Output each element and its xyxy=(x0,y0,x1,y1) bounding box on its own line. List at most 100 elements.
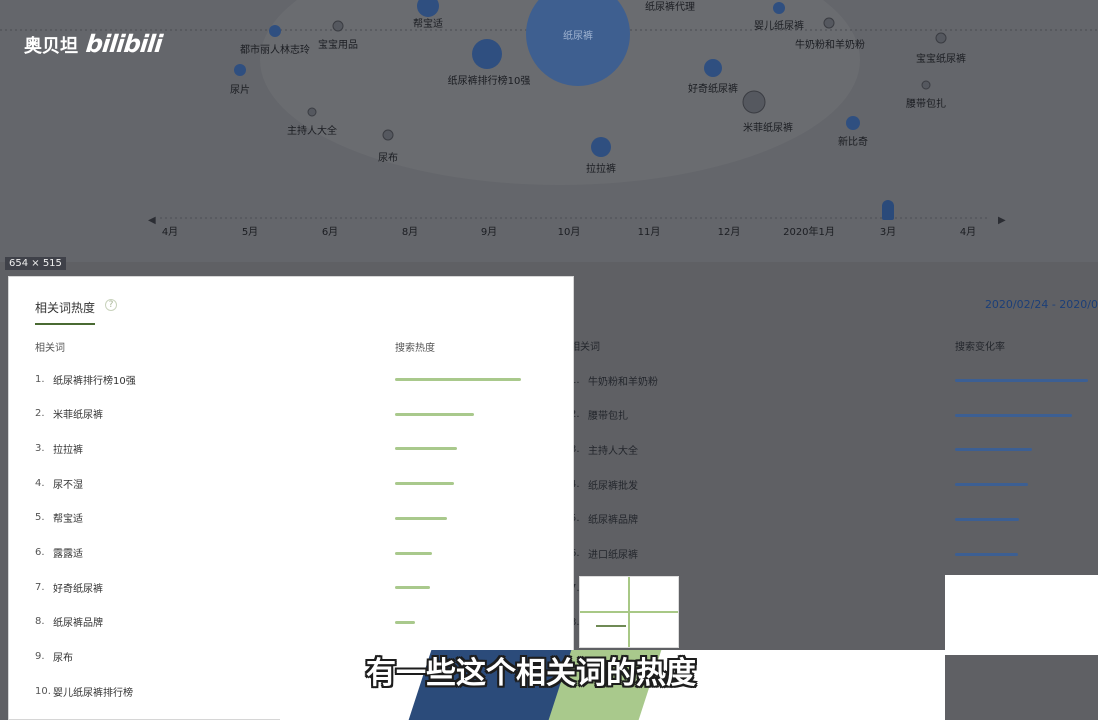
date-range[interactable]: 2020/02/24 - 2020/0 xyxy=(985,298,1098,311)
bubble[interactable] xyxy=(332,20,344,32)
change-rate-bar xyxy=(955,517,1019,521)
col-header-word: 相关词 xyxy=(570,342,600,353)
x-axis-tick: 12月 xyxy=(717,227,741,238)
heat-bar xyxy=(395,551,432,555)
bubble[interactable] xyxy=(846,116,860,130)
bubble-label: 新比奇 xyxy=(838,137,868,148)
bubble[interactable] xyxy=(742,90,766,114)
table-row[interactable]: 2. 腰带包扎 xyxy=(570,405,628,425)
change-rate-bar xyxy=(955,379,1088,382)
bubble-label: 腰带包扎 xyxy=(906,99,946,110)
table-row[interactable]: 1. 牛奶粉和羊奶粉 xyxy=(570,370,658,390)
related-word[interactable]: 主持人大全 xyxy=(588,442,638,457)
bubble-label: 纸尿裤排行榜10强 xyxy=(447,76,531,87)
rank-number: 7. xyxy=(35,581,45,593)
bubble-label: 拉拉裤 xyxy=(586,164,616,175)
related-word[interactable]: 尿不湿 xyxy=(53,476,393,491)
bubble-label: 婴儿纸尿裤 xyxy=(754,21,804,32)
bubble[interactable] xyxy=(823,17,835,29)
x-axis-tick: 5月 xyxy=(241,227,259,238)
rank-number: 4. xyxy=(35,477,45,489)
table-row[interactable]: 6. 露露适 xyxy=(35,542,555,564)
x-axis-tick: 10月 xyxy=(557,227,581,238)
heat-bar xyxy=(395,412,475,416)
rank-number: 2. xyxy=(35,408,45,420)
bubble-label: 牛奶粉和羊奶粉 xyxy=(795,40,865,51)
table-row[interactable]: 4. 纸尿裤批发 xyxy=(570,474,638,494)
bubble[interactable] xyxy=(382,129,394,141)
related-word[interactable]: 拉拉裤 xyxy=(53,441,393,456)
x-axis-tick: 9月 xyxy=(480,227,498,238)
table-row[interactable]: 1. 纸尿裤排行榜10强 xyxy=(35,368,555,390)
table-row[interactable]: 2. 米菲纸尿裤 xyxy=(35,403,555,425)
related-word[interactable]: 纸尿裤品牌 xyxy=(53,614,393,629)
col-header-heat: 搜索热度 xyxy=(395,343,435,354)
change-rate-bar xyxy=(955,552,1018,556)
change-rate-bar xyxy=(955,413,1073,417)
timeline-slider-handle[interactable] xyxy=(882,200,894,220)
x-axis-tick: 2020年1月 xyxy=(783,227,835,238)
x-axis-tick: 4月 xyxy=(959,227,977,238)
bubble-label: 主持人大全 xyxy=(287,126,337,137)
table-row[interactable]: 8. 纸尿裤品牌 xyxy=(35,611,555,633)
col-header-change: 搜索变化率 xyxy=(955,342,1005,353)
table-row[interactable]: 3. 拉拉裤 xyxy=(35,437,555,459)
heat-bar xyxy=(395,482,455,486)
related-word[interactable]: 露露适 xyxy=(53,545,393,560)
bubble[interactable] xyxy=(773,2,785,14)
table-row[interactable]: 7. 好奇纸尿裤 xyxy=(35,576,555,598)
related-word[interactable]: 纸尿裤批发 xyxy=(588,477,638,492)
bubble-label: 尿片 xyxy=(230,85,250,96)
related-word[interactable]: 牛奶粉和羊奶粉 xyxy=(588,373,658,388)
video-subtitle: 有一些这个相关词的热度 xyxy=(366,656,696,691)
heat-bar xyxy=(395,516,447,520)
bubble[interactable] xyxy=(935,32,947,44)
selection-size-tag: 654 × 515 xyxy=(5,257,66,270)
heat-bar xyxy=(395,447,457,451)
card-title: 相关词热度 xyxy=(35,301,96,315)
table-row[interactable]: 6. 进口纸尿裤 xyxy=(570,544,638,564)
x-axis-tick: 3月 xyxy=(879,227,897,238)
table-row[interactable]: 5. 纸尿裤品牌 xyxy=(570,509,638,529)
rank-number: 9. xyxy=(35,651,45,663)
help-icon[interactable]: ? xyxy=(105,299,117,311)
related-word[interactable]: 帮宝适 xyxy=(53,510,393,525)
related-word[interactable]: 米菲纸尿裤 xyxy=(53,406,393,421)
crosshair-preview xyxy=(579,576,679,648)
bubble[interactable] xyxy=(269,25,281,37)
rank-number: 1. xyxy=(35,373,45,385)
bubble-label: 好奇纸尿裤 xyxy=(688,84,738,95)
crosshair-vertical xyxy=(628,577,630,647)
rank-number: 10. xyxy=(35,685,51,697)
bubble[interactable] xyxy=(234,64,246,76)
bubble[interactable] xyxy=(704,59,722,77)
related-word[interactable]: 进口纸尿裤 xyxy=(588,546,638,561)
x-axis-tick: 4月 xyxy=(161,227,179,238)
related-word[interactable]: 纸尿裤排行榜10强 xyxy=(53,372,393,387)
related-word[interactable]: 纸尿裤品牌 xyxy=(588,511,638,526)
change-rate-bar xyxy=(955,483,1029,487)
table-row[interactable]: 3. 主持人大全 xyxy=(570,439,638,459)
rank-number: 3. xyxy=(35,442,45,454)
mini-bar xyxy=(596,625,626,627)
channel-watermark: 奥贝坦 bilibili xyxy=(24,30,164,58)
bubble-label: 宝宝用品 xyxy=(318,40,358,51)
heat-bar xyxy=(395,586,431,590)
x-axis-tick: 11月 xyxy=(637,227,661,238)
rank-number: 8. xyxy=(35,616,45,628)
table-row[interactable]: 5. 帮宝适 xyxy=(35,507,555,529)
rank-number: 5. xyxy=(35,512,45,524)
bubble[interactable] xyxy=(921,80,931,90)
timeline-prev-icon[interactable]: ◀ xyxy=(148,215,156,226)
timeline-next-icon[interactable]: ▶ xyxy=(998,215,1006,226)
related-word[interactable]: 好奇纸尿裤 xyxy=(53,580,393,595)
bubble[interactable] xyxy=(307,107,317,117)
heat-bar xyxy=(395,378,521,381)
related-word[interactable]: 腰带包扎 xyxy=(588,407,628,422)
bubble[interactable] xyxy=(472,39,502,69)
change-rate-bar xyxy=(955,448,1033,452)
bilibili-logo: bilibili xyxy=(84,30,164,58)
bubble[interactable] xyxy=(591,137,611,157)
table-row[interactable]: 4. 尿不湿 xyxy=(35,472,555,494)
bubble-label: 米菲纸尿裤 xyxy=(743,123,793,134)
